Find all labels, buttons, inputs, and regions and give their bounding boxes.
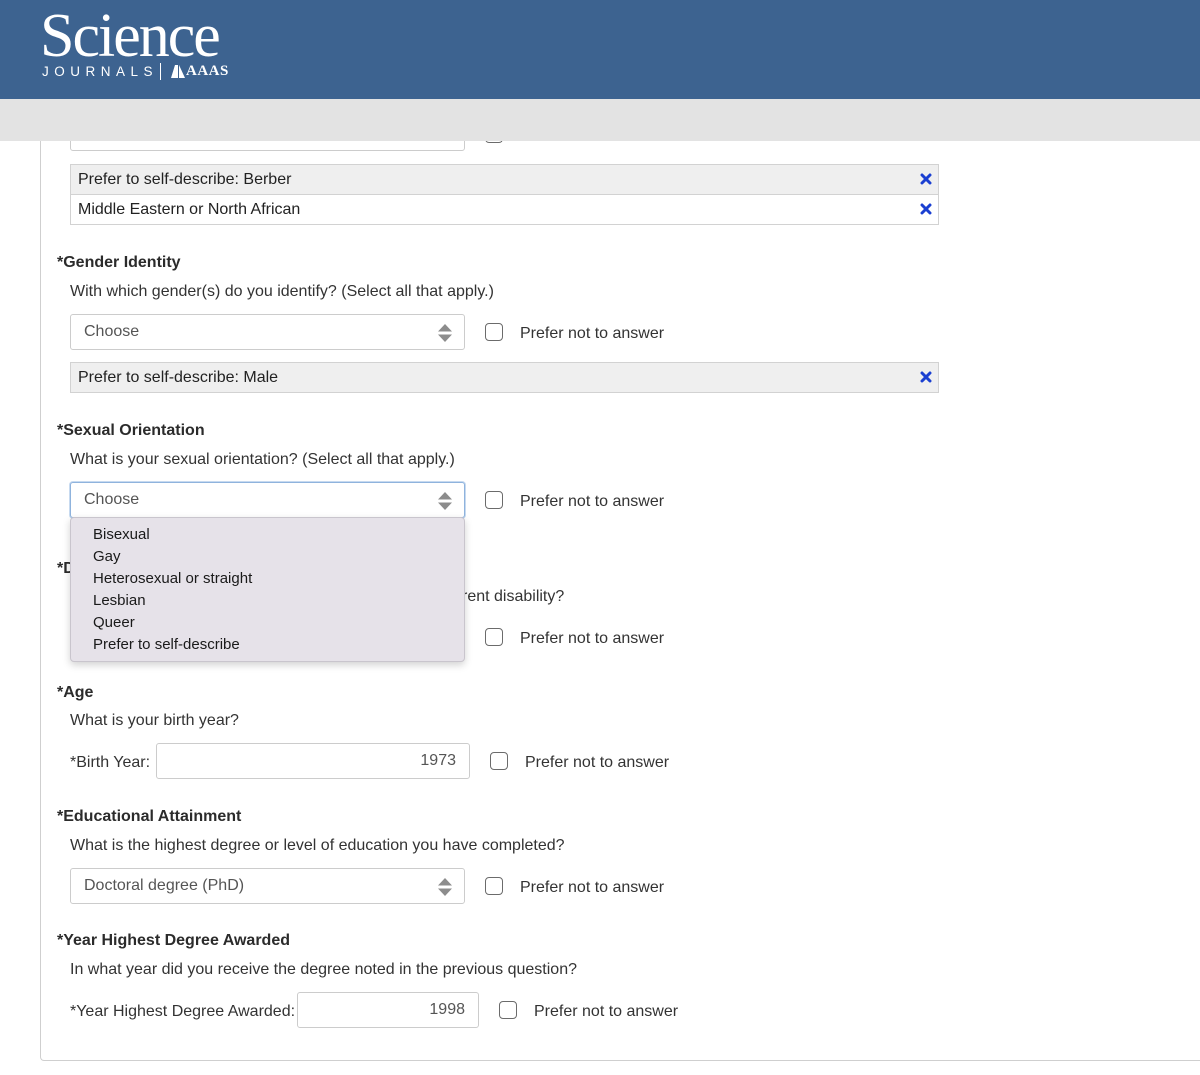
dropdown-option[interactable]: Heterosexual or straight xyxy=(93,570,252,587)
disability-question: rent disability? xyxy=(462,588,565,605)
close-x-icon[interactable] xyxy=(920,203,932,215)
dropdown-option[interactable]: Queer xyxy=(93,614,135,631)
age-prefer-not-label: Prefer not to answer xyxy=(525,754,670,771)
dropdown-option[interactable]: Lesbian xyxy=(93,592,146,609)
logo-subtitle: JOURNALS AAAS xyxy=(42,62,229,80)
gender-select-value: Choose xyxy=(84,323,140,340)
gender-prefer-not-label: Prefer not to answer xyxy=(520,325,665,342)
dropdown-option[interactable]: Gay xyxy=(93,548,121,565)
orientation-options-dropdown: Bisexual Gay Heterosexual or straight Le… xyxy=(70,517,465,662)
birth-year-label: *Birth Year: xyxy=(70,754,151,771)
education-select[interactable]: Doctoral degree (PhD) xyxy=(70,868,465,904)
orientation-title: *Sexual Orientation xyxy=(57,422,205,439)
degree-year-title: *Year Highest Degree Awarded xyxy=(57,932,290,949)
gender-title: *Gender Identity xyxy=(57,254,181,271)
birth-year-value: 1973 xyxy=(420,752,456,769)
age-title: *Age xyxy=(57,684,94,701)
site-header: Science JOURNALS AAAS xyxy=(0,0,1200,99)
degree-year-prefer-not-label: Prefer not to answer xyxy=(534,1003,679,1020)
degree-year-question: In what year did you receive the degree … xyxy=(70,961,577,978)
degree-year-value: 1998 xyxy=(429,1001,465,1018)
up-down-arrows-icon xyxy=(438,878,452,896)
gender-tag: Prefer to self-describe: Male xyxy=(70,362,939,393)
education-select-value: Doctoral degree (PhD) xyxy=(84,877,245,894)
disability-prefer-not-checkbox[interactable] xyxy=(485,628,503,646)
degree-year-prefer-not-checkbox[interactable] xyxy=(499,1001,517,1019)
science-logo[interactable]: Science xyxy=(40,2,221,70)
gender-question: With which gender(s) do you identify? (S… xyxy=(70,283,494,300)
orientation-select-value: Choose xyxy=(84,491,140,508)
education-prefer-not-checkbox[interactable] xyxy=(485,877,503,895)
aaas-mark-icon xyxy=(171,64,186,78)
orientation-prefer-not-label: Prefer not to answer xyxy=(520,493,665,510)
degree-year-input[interactable]: 1998 xyxy=(297,992,479,1028)
header-subbar-overlay xyxy=(0,99,1200,141)
tag-label: Prefer to self-describe: Berber xyxy=(78,171,292,188)
logo-aaas-text: AAAS xyxy=(186,62,229,79)
dropdown-option[interactable]: Prefer to self-describe xyxy=(93,636,240,653)
degree-year-label: *Year Highest Degree Awarded: xyxy=(70,1003,296,1020)
orientation-prefer-not-checkbox[interactable] xyxy=(485,491,503,509)
education-prefer-not-label: Prefer not to answer xyxy=(520,879,665,896)
age-question: What is your birth year? xyxy=(70,712,239,729)
gender-prefer-not-checkbox[interactable] xyxy=(485,323,503,341)
orientation-select[interactable]: Choose xyxy=(70,482,465,518)
dropdown-option[interactable]: Bisexual xyxy=(93,526,150,543)
up-down-arrows-icon xyxy=(438,492,452,510)
logo-divider xyxy=(160,62,162,80)
birth-year-input[interactable]: 1973 xyxy=(156,743,470,779)
close-x-icon[interactable] xyxy=(920,371,932,383)
tag-label: Middle Eastern or North African xyxy=(78,201,301,218)
gender-select[interactable]: Choose xyxy=(70,314,465,350)
disability-prefer-not-label: Prefer not to answer xyxy=(520,630,665,647)
tag-label: Prefer to self-describe: Male xyxy=(78,369,279,386)
close-x-icon[interactable] xyxy=(920,173,932,185)
age-prefer-not-checkbox[interactable] xyxy=(490,752,508,770)
education-question: What is the highest degree or level of e… xyxy=(70,837,565,854)
ethnicity-tag: Middle Eastern or North African xyxy=(70,194,939,225)
ethnicity-tag: Prefer to self-describe: Berber xyxy=(70,164,939,195)
up-down-arrows-icon xyxy=(438,324,452,342)
orientation-question: What is your sexual orientation? (Select… xyxy=(70,451,455,468)
education-title: *Educational Attainment xyxy=(57,808,242,825)
logo-journals-text: JOURNALS xyxy=(42,63,159,79)
